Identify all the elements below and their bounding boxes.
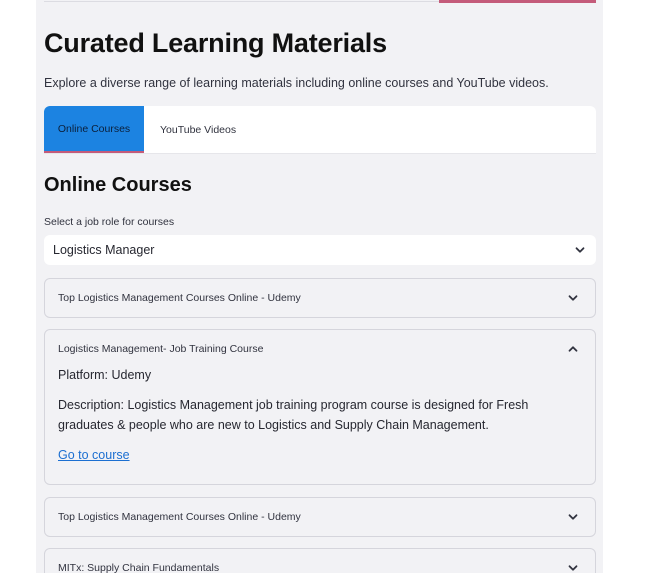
course-platform: Platform: Udemy	[58, 368, 152, 382]
page-subtitle: Explore a diverse range of learning mate…	[44, 76, 549, 90]
chevron-down-icon	[568, 514, 578, 520]
go-to-course-link[interactable]: Go to course	[58, 448, 130, 462]
job-role-select[interactable]: Logistics Manager	[44, 235, 596, 265]
section-title: Online Courses	[44, 174, 192, 196]
select-label: Select a job role for courses	[44, 216, 175, 228]
tab-youtube-videos[interactable]: YouTube Videos	[144, 106, 252, 153]
expander-body: Platform: Udemy Description: Logistics M…	[45, 368, 595, 464]
expander-header[interactable]: Top Logistics Management Courses Online …	[45, 279, 595, 317]
course-title: MITx: Supply Chain Fundamentals	[58, 562, 220, 573]
chevron-down-icon	[575, 247, 585, 253]
course-expander: Top Logistics Management Courses Online …	[44, 497, 596, 537]
chevron-down-icon	[568, 565, 578, 571]
chevron-down-icon	[568, 295, 578, 301]
expander-header[interactable]: Logistics Management- Job Training Cours…	[45, 330, 595, 368]
course-expander: Logistics Management- Job Training Cours…	[44, 329, 596, 485]
expander-header[interactable]: MITx: Supply Chain Fundamentals	[45, 549, 595, 573]
course-description: Description: Logistics Management job tr…	[58, 398, 529, 432]
expander-header[interactable]: Top Logistics Management Courses Online …	[45, 498, 595, 536]
course-expander: Top Logistics Management Courses Online …	[44, 278, 596, 318]
tab-online-courses[interactable]: Online Courses	[44, 106, 144, 153]
course-expander: MITx: Supply Chain Fundamentals	[44, 548, 596, 573]
course-title: Top Logistics Management Courses Online …	[58, 292, 301, 304]
course-title: Logistics Management- Job Training Cours…	[58, 343, 264, 355]
select-value: Logistics Manager	[53, 243, 155, 257]
course-title: Top Logistics Management Courses Online …	[58, 511, 301, 523]
page-title: Curated Learning Materials	[44, 28, 387, 58]
top-accent-bar	[439, 0, 596, 3]
chevron-up-icon	[568, 346, 578, 352]
tab-bar: Online Courses YouTube Videos	[44, 106, 596, 154]
